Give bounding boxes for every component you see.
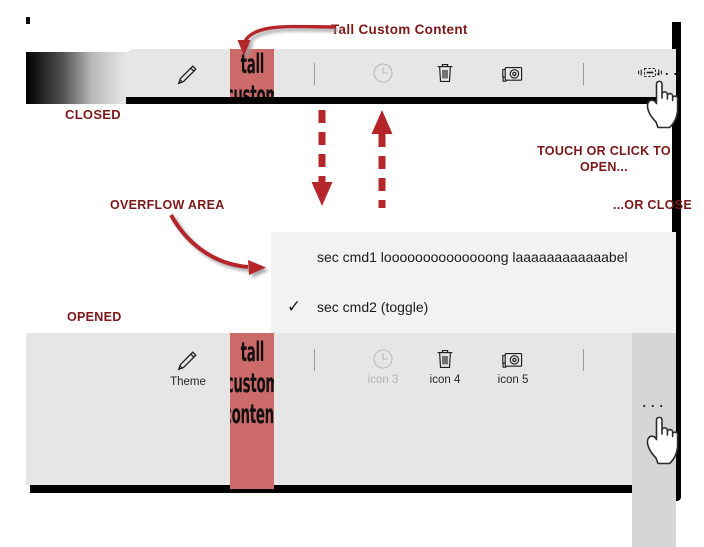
pencil-icon: [175, 61, 201, 87]
frame-tick-mark: [26, 17, 30, 24]
annotation-closed: CLOSED: [65, 107, 121, 122]
closed-item-camera[interactable]: [479, 49, 547, 88]
opened-item-theme-label: Theme: [170, 376, 206, 388]
closed-separator-2: [583, 63, 584, 85]
checkmark-icon: ✓: [286, 297, 302, 316]
closed-overflow-hand-cursor: [640, 74, 694, 130]
closed-item-clock[interactable]: [355, 49, 411, 88]
tall-line-1: custom: [230, 368, 274, 399]
arrow-close-up: [371, 110, 393, 208]
arrow-open-down: [311, 110, 333, 206]
opened-item-icon3-label: icon 3: [367, 374, 399, 386]
flyout-item-sec-cmd2-label: sec cmd2 (toggle): [317, 299, 429, 315]
tall-line-0: tall: [240, 337, 264, 368]
flyout-item-sec-cmd1-label: sec cmd1 loooooooooooooong laaaaaaaaaaaa…: [317, 249, 628, 265]
opened-item-icon4[interactable]: icon 4: [411, 333, 479, 386]
overflow-flyout-menu: sec cmd1 loooooooooooooong laaaaaaaaaaaa…: [271, 232, 676, 333]
annotation-overflow-area: OVERFLOW AREA: [110, 198, 225, 212]
opened-separator-1: [314, 349, 315, 371]
annotation-or-close: ...OR CLOSE: [612, 198, 692, 212]
screenshot-root: tall custom: [0, 0, 704, 547]
opened-item-icon5[interactable]: icon 5: [479, 333, 547, 386]
camera-icon: [500, 347, 526, 371]
closed-item-trash[interactable]: [411, 49, 479, 88]
clock-icon: [371, 61, 395, 85]
opened-command-bar: Theme tall custom content icon 3: [26, 333, 676, 547]
arrow-tall-custom-content: [237, 24, 336, 56]
opened-separator-2: [583, 349, 584, 371]
opened-item-icon5-label: icon 5: [497, 374, 529, 386]
trash-icon: [433, 347, 457, 371]
closed-item-pencil[interactable]: [146, 49, 230, 90]
clock-icon: [371, 347, 395, 371]
closed-separator-1: [314, 63, 315, 85]
flyout-item-sec-cmd2[interactable]: ✓ sec cmd2 (toggle): [271, 282, 676, 332]
trash-icon: [433, 61, 457, 85]
opened-tall-custom-content[interactable]: tall custom content: [230, 333, 274, 489]
closed-bar-top-curve: [26, 40, 136, 52]
flyout-item-sec-cmd1[interactable]: sec cmd1 loooooooooooooong laaaaaaaaaaaa…: [271, 232, 676, 282]
camera-icon: [500, 61, 526, 85]
pencil-icon: [175, 347, 201, 373]
tall-line-1: custom: [230, 80, 274, 97]
opened-item-icon3[interactable]: icon 3: [355, 333, 411, 386]
annotation-tall-custom-content: Tall Custom Content: [331, 22, 468, 37]
annotation-touch-or-click: TOUCH OR CLICK TO OPEN...: [537, 144, 671, 174]
opened-overflow-hand-cursor: [640, 410, 694, 470]
arrow-overflow-area: [169, 214, 266, 275]
opened-item-icon4-label: icon 4: [429, 374, 461, 386]
opened-item-theme[interactable]: Theme: [146, 333, 230, 388]
annotation-opened: OPENED: [67, 310, 122, 324]
tall-line-2: content: [230, 399, 274, 430]
